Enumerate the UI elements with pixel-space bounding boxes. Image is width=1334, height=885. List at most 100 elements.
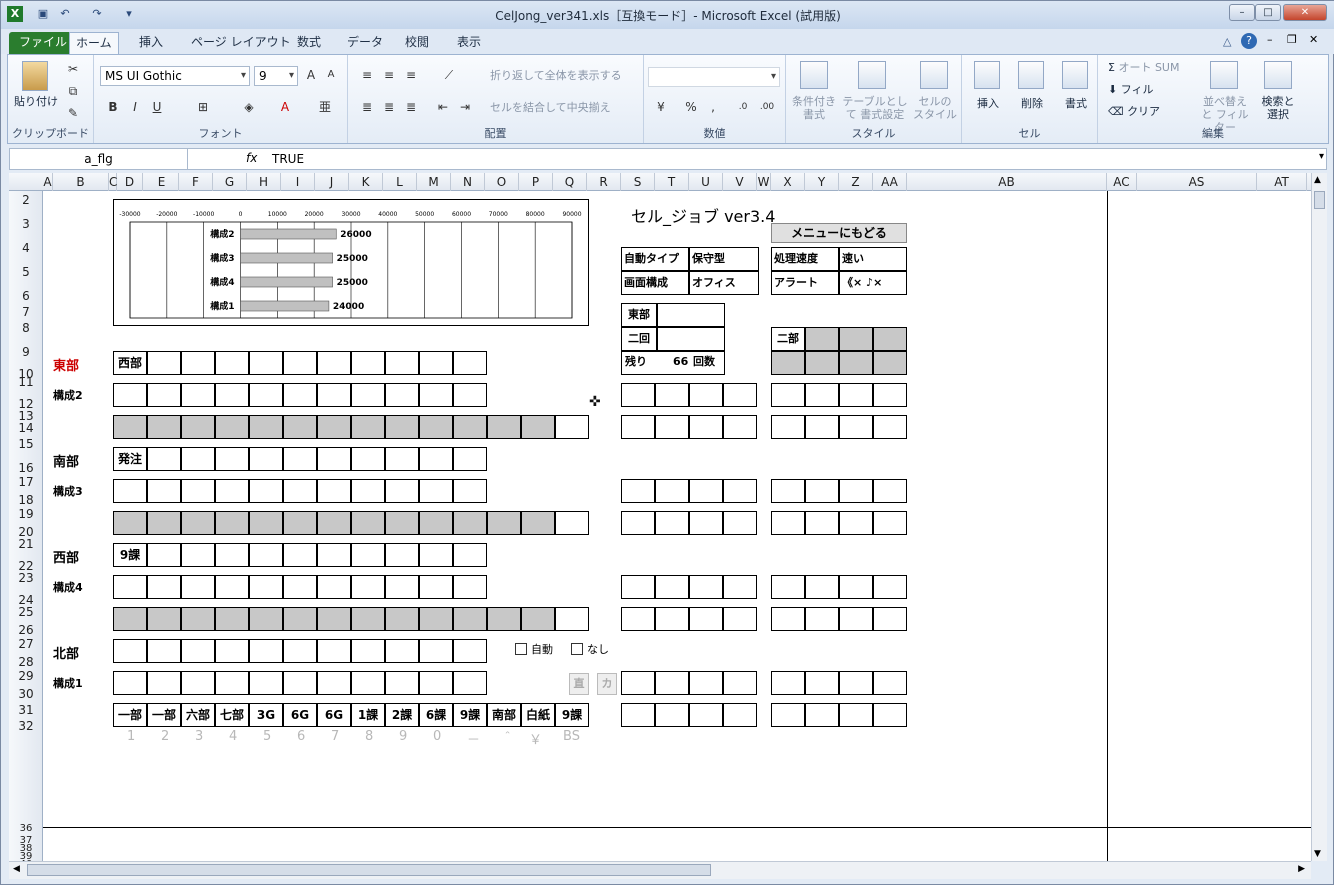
- direct-button[interactable]: 直: [569, 673, 589, 695]
- hand-cell[interactable]: [453, 447, 487, 471]
- find-select-button[interactable]: 検索と 選択: [1256, 95, 1300, 121]
- tile-button[interactable]: 1課: [351, 703, 385, 727]
- hand-cell[interactable]: [453, 639, 487, 663]
- hand-cell[interactable]: [317, 639, 351, 663]
- align-bottom-icon[interactable]: ≡: [402, 67, 420, 85]
- column-header[interactable]: L: [383, 173, 417, 191]
- row-header[interactable]: 6: [9, 289, 43, 303]
- increase-indent-icon[interactable]: ⇥: [456, 99, 474, 117]
- workbook-minimize-icon[interactable]: –: [1267, 33, 1273, 46]
- column-header[interactable]: K: [349, 173, 383, 191]
- find-select-icon[interactable]: [1264, 61, 1292, 89]
- vertical-scrollbar[interactable]: ▲ ▼: [1311, 173, 1327, 861]
- tile-button[interactable]: 6G: [317, 703, 351, 727]
- row-header[interactable]: 23: [9, 571, 43, 585]
- tab-home[interactable]: ホーム: [69, 32, 119, 54]
- paste-icon[interactable]: [22, 61, 48, 91]
- column-header[interactable]: R: [587, 173, 621, 191]
- column-header[interactable]: B: [53, 173, 109, 191]
- config-cell[interactable]: [385, 575, 419, 599]
- column-header[interactable]: M: [417, 173, 451, 191]
- hand-cell[interactable]: [181, 351, 215, 375]
- none-checkbox[interactable]: [571, 643, 583, 655]
- tile-button[interactable]: 9課: [555, 703, 589, 727]
- row-header[interactable]: 32: [9, 719, 43, 733]
- tab-view[interactable]: 表示: [451, 32, 487, 54]
- row-header[interactable]: 26: [9, 623, 43, 637]
- menu-button[interactable]: メニューにもどる: [771, 223, 907, 243]
- vertical-scroll-thumb[interactable]: [1314, 191, 1325, 209]
- increase-decimal-icon[interactable]: .0: [734, 99, 752, 117]
- conditional-format-button[interactable]: 条件付き 書式: [790, 95, 838, 121]
- config-cell[interactable]: [147, 479, 181, 503]
- config-cell[interactable]: [147, 671, 181, 695]
- delete-button[interactable]: 削除: [1014, 97, 1050, 110]
- hand-cell[interactable]: 9課: [113, 543, 147, 567]
- format-as-table-button[interactable]: テーブルとして 書式設定: [840, 95, 910, 121]
- config-cell[interactable]: [147, 575, 181, 599]
- config-cell[interactable]: [351, 671, 385, 695]
- hand-cell[interactable]: [419, 447, 453, 471]
- kan-button[interactable]: カ: [597, 673, 617, 695]
- row-header[interactable]: 19: [9, 507, 43, 521]
- sort-filter-icon[interactable]: [1210, 61, 1238, 89]
- workbook-restore-icon[interactable]: ❐: [1287, 33, 1297, 46]
- hand-cell[interactable]: [351, 639, 385, 663]
- column-header[interactable]: G: [213, 173, 247, 191]
- row-header[interactable]: 16: [9, 461, 43, 475]
- column-header[interactable]: A: [43, 173, 53, 191]
- hand-cell[interactable]: [113, 639, 147, 663]
- config-cell[interactable]: [453, 575, 487, 599]
- hand-cell[interactable]: [147, 639, 181, 663]
- font-size-select[interactable]: 9: [254, 66, 298, 86]
- row-header[interactable]: 11: [9, 375, 43, 389]
- column-header[interactable]: S: [621, 173, 655, 191]
- config-cell[interactable]: [215, 671, 249, 695]
- tile-button[interactable]: 七部: [215, 703, 249, 727]
- column-header[interactable]: N: [451, 173, 485, 191]
- cell-styles-icon[interactable]: [920, 61, 948, 89]
- hand-cell[interactable]: [181, 543, 215, 567]
- hand-cell[interactable]: [419, 543, 453, 567]
- config-cell[interactable]: [453, 671, 487, 695]
- align-top-icon[interactable]: ≡: [358, 67, 376, 85]
- underline-icon[interactable]: U: [148, 99, 166, 117]
- config-cell[interactable]: [113, 671, 147, 695]
- hand-cell[interactable]: [181, 447, 215, 471]
- tab-data[interactable]: データ: [341, 32, 389, 54]
- cell-styles-button[interactable]: セルの スタイル: [912, 95, 958, 121]
- insert-cells-icon[interactable]: [974, 61, 1000, 89]
- wrap-text-button[interactable]: 折り返して全体を表示する: [490, 69, 622, 82]
- scroll-left-icon[interactable]: ◀: [13, 864, 20, 874]
- config-cell[interactable]: [249, 575, 283, 599]
- row-header[interactable]: 28: [9, 655, 43, 669]
- config-cell[interactable]: [283, 671, 317, 695]
- config-cell[interactable]: [113, 383, 147, 407]
- bold-icon[interactable]: B: [104, 99, 122, 117]
- config-cell[interactable]: [453, 383, 487, 407]
- config-cell[interactable]: [453, 479, 487, 503]
- format-button[interactable]: 書式: [1058, 97, 1094, 110]
- tab-formulas[interactable]: 数式: [291, 32, 327, 54]
- tab-insert[interactable]: 挿入: [133, 32, 169, 54]
- meld-cell[interactable]: [555, 511, 589, 535]
- row-header[interactable]: 5: [9, 265, 43, 279]
- tab-review[interactable]: 校閲: [399, 32, 435, 54]
- hand-cell[interactable]: 西部: [113, 351, 147, 375]
- column-header[interactable]: AC: [1107, 173, 1137, 191]
- shrink-font-icon[interactable]: A: [322, 67, 340, 85]
- config-cell[interactable]: [419, 383, 453, 407]
- column-header[interactable]: W: [757, 173, 771, 191]
- align-left-icon[interactable]: ≣: [358, 99, 376, 117]
- column-header[interactable]: X: [771, 173, 805, 191]
- hand-cell[interactable]: [147, 447, 181, 471]
- hand-cell[interactable]: [385, 447, 419, 471]
- config-cell[interactable]: [385, 479, 419, 503]
- help-icon[interactable]: ?: [1241, 33, 1257, 49]
- row-header[interactable]: 27: [9, 637, 43, 651]
- row-header[interactable]: 21: [9, 537, 43, 551]
- column-header[interactable]: Y: [805, 173, 839, 191]
- hand-cell[interactable]: [283, 543, 317, 567]
- expand-formula-icon[interactable]: ▾: [1319, 151, 1324, 162]
- align-right-icon[interactable]: ≣: [402, 99, 420, 117]
